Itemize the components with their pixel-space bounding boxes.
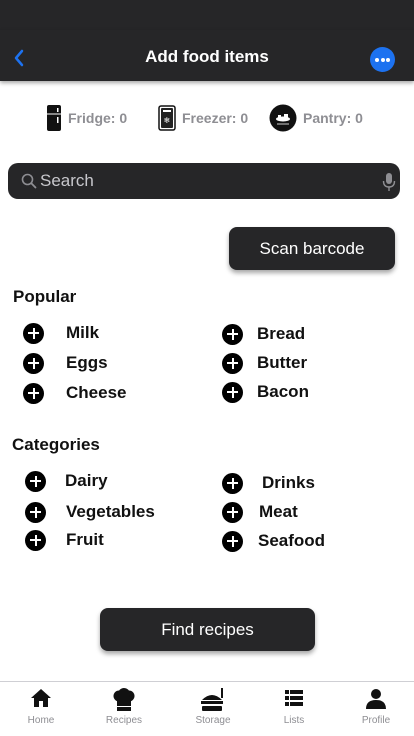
popular-item-milk[interactable]: Milk — [23, 321, 99, 345]
category-drinks[interactable]: Drinks — [222, 471, 315, 495]
food-label: Eggs — [66, 353, 108, 372]
page-title: Add food items — [145, 47, 269, 66]
categories-heading: Categories — [12, 435, 100, 454]
plus-icon — [25, 501, 46, 523]
food-label: Butter — [257, 353, 308, 372]
search-input[interactable] — [40, 163, 370, 199]
plus-icon — [222, 381, 243, 403]
tab-label: Storage — [195, 715, 231, 726]
plus-icon — [222, 352, 243, 374]
category-label: Dairy — [65, 471, 108, 490]
plus-icon — [25, 470, 46, 492]
storage-pantry-label: Pantry: 0 — [303, 110, 363, 126]
tab-label: Home — [27, 715, 55, 726]
storage-fridge[interactable]: Fridge: 0 — [46, 102, 127, 134]
category-dairy[interactable]: Dairy — [25, 469, 108, 493]
food-label: Bacon — [257, 382, 309, 401]
storage-icon — [201, 688, 223, 711]
food-label: Cheese — [66, 383, 127, 402]
status-bar — [0, 0, 414, 30]
pantry-icon — [269, 104, 297, 132]
popular-item-bacon[interactable]: Bacon — [222, 380, 309, 404]
plus-icon — [222, 530, 243, 552]
popular-item-eggs[interactable]: Eggs — [23, 351, 108, 375]
tab-label: Recipes — [105, 715, 143, 726]
storage-fridge-label: Fridge: 0 — [68, 110, 128, 126]
tab-home[interactable]: Home — [6, 682, 76, 736]
more-options-button[interactable] — [370, 47, 395, 72]
find-recipes-button[interactable]: Find recipes — [100, 608, 315, 651]
category-label: Meat — [259, 502, 298, 521]
freezer-icon: ❄ — [158, 105, 176, 131]
tab-label: Profile — [361, 715, 391, 726]
plus-icon — [23, 382, 44, 404]
plus-icon — [25, 529, 46, 551]
ellipsis-icon-dot — [375, 58, 379, 62]
tab-label: Lists — [283, 715, 305, 726]
list-icon — [285, 690, 303, 706]
fridge-icon — [47, 105, 61, 131]
tab-recipes[interactable]: Recipes — [89, 682, 159, 736]
popular-heading: Popular — [13, 287, 77, 306]
category-vegetables[interactable]: Vegetables — [25, 500, 155, 524]
popular-item-butter[interactable]: Butter — [222, 351, 307, 375]
plus-icon — [222, 323, 243, 345]
category-seafood[interactable]: Seafood — [222, 529, 325, 553]
storage-freezer[interactable]: ❄ Freezer: 0 — [158, 102, 248, 134]
storage-freezer-label: Freezer: 0 — [182, 110, 249, 126]
plus-icon — [23, 352, 44, 374]
plus-icon — [222, 501, 243, 523]
storage-summary: Fridge: 0 ❄ Freezer: 0 Pantry: 0 — [0, 102, 414, 134]
storage-pantry[interactable]: Pantry: 0 — [269, 102, 363, 134]
food-label: Milk — [66, 323, 100, 342]
tab-storage[interactable]: Storage — [178, 682, 248, 736]
popular-item-cheese[interactable]: Cheese — [23, 381, 126, 405]
category-label: Fruit — [66, 530, 104, 549]
search-bar — [8, 163, 400, 199]
popular-item-bread[interactable]: Bread — [222, 322, 305, 346]
category-label: Drinks — [262, 473, 315, 492]
navigation-bar: Add food items — [0, 30, 414, 81]
plus-icon — [222, 472, 243, 494]
search-icon — [21, 173, 37, 189]
tab-profile[interactable]: Profile — [341, 682, 411, 736]
food-label: Bread — [257, 324, 306, 343]
svg-text:❄: ❄ — [164, 116, 171, 125]
category-fruit[interactable]: Fruit — [25, 528, 104, 552]
category-meat[interactable]: Meat — [222, 500, 298, 524]
profile-icon — [366, 689, 386, 709]
home-icon — [31, 689, 51, 707]
microphone-icon[interactable] — [382, 172, 396, 192]
tab-bar: Home Recipes Storage Lists Profile — [0, 681, 414, 736]
ellipsis-icon-dot — [386, 58, 390, 62]
category-label: Seafood — [258, 531, 326, 550]
ellipsis-icon-dot — [380, 58, 385, 62]
category-label: Vegetables — [66, 502, 155, 521]
plus-icon — [23, 322, 44, 344]
scan-barcode-button[interactable]: Scan barcode — [229, 227, 395, 270]
tab-lists[interactable]: Lists — [259, 682, 329, 736]
chef-hat-icon — [113, 688, 135, 711]
